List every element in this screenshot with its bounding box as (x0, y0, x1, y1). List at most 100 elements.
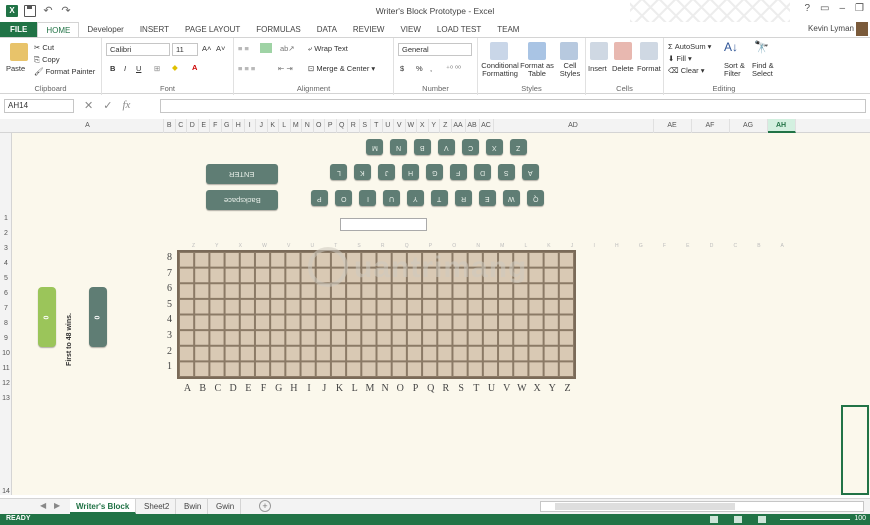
board-cell[interactable] (225, 362, 239, 377)
board-cell[interactable] (392, 362, 406, 377)
row-header[interactable]: 10 (0, 350, 12, 357)
board-cell[interactable] (271, 331, 285, 345)
key-p[interactable]: P (311, 190, 328, 206)
key-t[interactable]: T (431, 190, 448, 206)
column-header[interactable]: AB (466, 119, 480, 133)
backspace-button[interactable]: Backspace (206, 190, 278, 210)
word-input-cell[interactable] (340, 218, 427, 231)
column-header[interactable]: O (314, 119, 325, 133)
key-k[interactable]: K (354, 164, 371, 180)
board-cell[interactable] (514, 315, 528, 330)
column-header[interactable]: F (210, 119, 222, 133)
column-header[interactable]: N (302, 119, 314, 133)
board-cell[interactable] (423, 331, 437, 345)
board-cell[interactable] (286, 315, 300, 330)
board-cell[interactable] (453, 346, 467, 361)
board-cell[interactable] (407, 315, 422, 330)
board-cell[interactable] (544, 299, 558, 314)
board-cell[interactable] (377, 315, 391, 330)
formula-input[interactable] (160, 99, 866, 113)
key-e[interactable]: E (479, 190, 496, 206)
add-sheet-icon[interactable]: + (259, 500, 271, 512)
board-cell[interactable] (271, 299, 285, 314)
column-header[interactable]: Q (337, 119, 348, 133)
font-color-icon[interactable]: A (192, 63, 197, 72)
board-cell[interactable] (362, 346, 376, 361)
format-painter-button[interactable]: 🖌 Format Painter (34, 67, 95, 76)
sheet-tab-gwin[interactable]: Gwin (210, 499, 242, 514)
column-header[interactable]: AD (494, 119, 654, 133)
key-g[interactable]: G (426, 164, 443, 180)
board-cell[interactable] (468, 299, 482, 314)
board-cell[interactable] (240, 299, 254, 314)
board-cell[interactable] (514, 331, 528, 345)
board-cell[interactable] (180, 331, 194, 345)
board-cell[interactable] (271, 268, 285, 283)
board-cell[interactable] (514, 299, 528, 314)
board-cell[interactable] (407, 299, 422, 314)
board-cell[interactable] (468, 362, 482, 377)
board-cell[interactable] (377, 299, 391, 314)
column-header[interactable]: H (233, 119, 245, 133)
help-icon[interactable]: ? (804, 3, 810, 14)
column-header[interactable]: M (291, 119, 302, 133)
board-cell[interactable] (271, 315, 285, 330)
indent-icon[interactable]: ⇤ ⇥ (278, 64, 293, 73)
comma-button[interactable]: , (430, 64, 432, 73)
delete-button[interactable]: Delete (612, 64, 634, 73)
board-cell[interactable] (180, 299, 194, 314)
board-cell[interactable] (453, 299, 467, 314)
column-header[interactable]: C (176, 119, 187, 133)
board-cell[interactable] (331, 346, 346, 361)
tab-insert[interactable]: INSERT (132, 22, 177, 37)
board-cell[interactable] (225, 253, 239, 267)
percent-button[interactable]: % (416, 64, 423, 73)
board-cell[interactable] (377, 331, 391, 345)
board-cell[interactable] (483, 346, 498, 361)
board-cell[interactable] (392, 299, 406, 314)
board-cell[interactable] (377, 346, 391, 361)
key-u[interactable]: U (383, 190, 400, 206)
board-cell[interactable] (286, 331, 300, 345)
board-cell[interactable] (255, 268, 270, 283)
board-cell[interactable] (286, 268, 300, 283)
board-cell[interactable] (255, 331, 270, 345)
board-cell[interactable] (301, 346, 315, 361)
column-header[interactable]: AH (767, 119, 796, 133)
column-header[interactable]: S (360, 119, 371, 133)
board-cell[interactable] (240, 346, 254, 361)
board-cell[interactable] (331, 299, 346, 314)
key-a[interactable]: A (522, 164, 539, 180)
sort-filter-icon[interactable]: A↓ (724, 40, 738, 54)
board-cell[interactable] (423, 315, 437, 330)
board-cell[interactable] (255, 284, 270, 298)
board-cell[interactable] (407, 331, 422, 345)
borders-icon[interactable]: ⊞ (154, 64, 160, 73)
row-header[interactable]: 14 (0, 488, 12, 495)
insert-icon[interactable] (590, 42, 608, 60)
board-cell[interactable] (438, 315, 452, 330)
board-cell[interactable] (453, 331, 467, 345)
sheet-tab-writers-block[interactable]: Writer's Block (70, 499, 137, 514)
board-cell[interactable] (559, 346, 573, 361)
board-cell[interactable] (407, 362, 422, 377)
board-cell[interactable] (544, 331, 558, 345)
column-header[interactable]: AF (692, 119, 730, 133)
redo-icon[interactable]: ↷ (60, 5, 72, 17)
board-cell[interactable] (483, 315, 498, 330)
board-cell[interactable] (210, 253, 224, 267)
tab-home[interactable]: HOME (37, 21, 80, 38)
normal-view-icon[interactable] (710, 516, 718, 523)
row-header[interactable]: 6 (0, 290, 12, 297)
shrink-font-button[interactable]: A˅ (216, 44, 225, 53)
board-cell[interactable] (362, 331, 376, 345)
board-cell[interactable] (347, 315, 361, 330)
board-cell[interactable] (483, 299, 498, 314)
board-cell[interactable] (499, 331, 513, 345)
board-cell[interactable] (240, 362, 254, 377)
board-cell[interactable] (210, 315, 224, 330)
row-header[interactable]: 7 (0, 305, 12, 312)
board-cell[interactable] (392, 331, 406, 345)
board-cell[interactable] (529, 315, 543, 330)
board-cell[interactable] (483, 331, 498, 345)
